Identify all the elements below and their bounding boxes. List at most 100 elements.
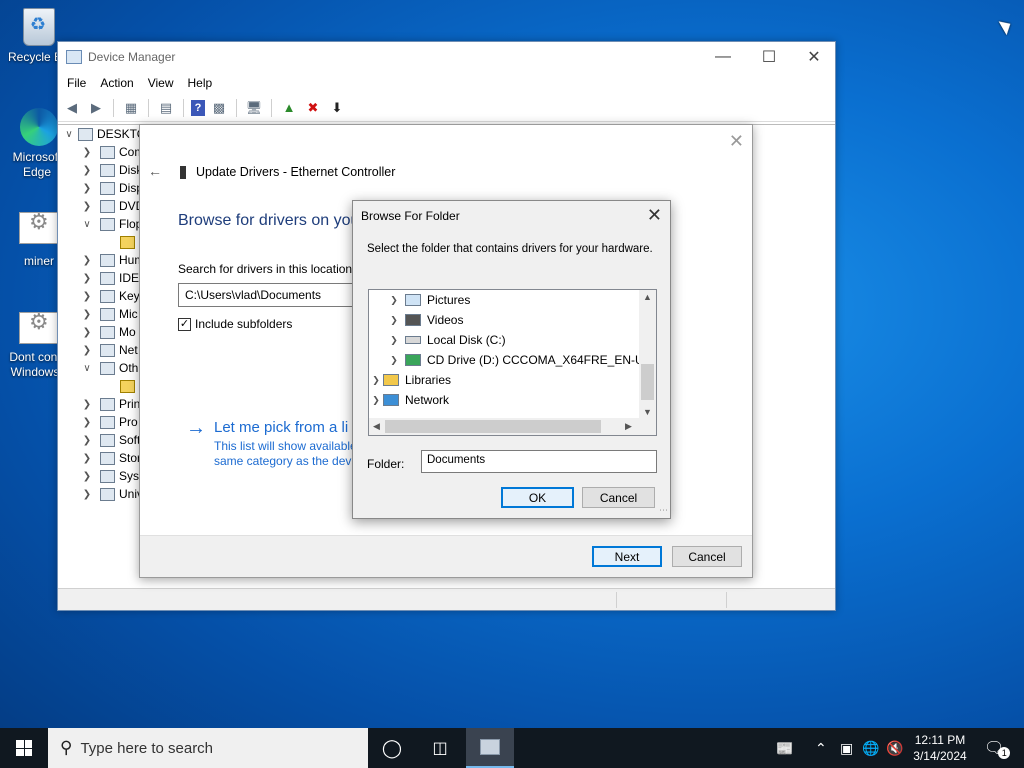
folder-item-local-disk[interactable]: ❯ Local Disk (C:) <box>387 331 505 349</box>
folder-name-input[interactable]: Documents <box>421 450 657 473</box>
chevron-right-icon[interactable]: ❯ <box>387 355 401 366</box>
horizontal-scrollbar[interactable]: ◀ ▶ <box>369 418 656 435</box>
folder-item-cd-drive[interactable]: ❯ CD Drive (D:) CCCOMA_X64FRE_EN-US_ <box>387 351 656 369</box>
close-icon[interactable]: ✕ <box>647 205 662 226</box>
chevron-right-icon[interactable]: ❯ <box>369 395 383 406</box>
chevron-right-icon[interactable]: ❯ <box>80 291 94 302</box>
meet-now-icon[interactable]: ▣ <box>840 728 853 768</box>
chevron-down-icon[interactable]: ∨ <box>80 219 94 230</box>
cancel-button[interactable]: Cancel <box>582 487 655 508</box>
chevron-right-icon[interactable]: ❯ <box>80 399 94 410</box>
help-icon[interactable]: ? <box>191 99 205 116</box>
scrollbar-thumb[interactable] <box>385 420 601 433</box>
chevron-right-icon[interactable]: ❯ <box>80 309 94 320</box>
show-hide-tree-icon[interactable]: ▦ <box>121 98 141 118</box>
chevron-right-icon[interactable]: ❯ <box>387 295 401 306</box>
tree-category[interactable]: ❯ DVD <box>80 197 145 215</box>
chevron-right-icon[interactable]: ❯ <box>369 375 383 386</box>
folder-item-videos[interactable]: ❯ Videos <box>387 311 463 329</box>
minimize-button[interactable]: — <box>700 42 746 72</box>
tree-child-warning-device[interactable] <box>114 233 139 251</box>
tree-category[interactable]: ❯ Mic <box>80 305 138 323</box>
cortana-icon[interactable]: ◯ <box>368 728 416 768</box>
update-driver-icon[interactable]: ▲ <box>279 98 299 118</box>
chevron-right-icon[interactable]: ❯ <box>80 147 94 158</box>
chevron-right-icon[interactable]: ❯ <box>80 255 94 266</box>
tree-category[interactable]: ❯ Mo <box>80 323 136 341</box>
tree-category[interactable]: ❯ Stor <box>80 449 141 467</box>
menu-view[interactable]: View <box>141 76 181 90</box>
ok-button[interactable]: OK <box>501 487 574 508</box>
chevron-right-icon[interactable]: ❯ <box>80 165 94 176</box>
tree-category[interactable]: ∨ Flop <box>80 215 142 233</box>
pick-from-list-link[interactable]: → Let me pick from a li This list will s… <box>186 418 360 469</box>
maximize-button[interactable]: ☐ <box>746 42 792 72</box>
tree-category[interactable]: ❯ Prin <box>80 395 141 413</box>
pick-link-title[interactable]: Let me pick from a li <box>214 419 360 436</box>
tree-category[interactable]: ❯ Com <box>80 143 145 161</box>
tree-category[interactable]: ❯ Disk <box>80 161 143 179</box>
tree-category[interactable]: ❯ Syst <box>80 467 143 485</box>
tree-category[interactable]: ❯ Net <box>80 341 138 359</box>
chevron-down-icon[interactable]: ∨ <box>80 363 94 374</box>
scroll-left-icon[interactable]: ◀ <box>373 421 380 432</box>
tree-category[interactable]: ∨ Oth <box>80 359 138 377</box>
properties-icon[interactable]: ▤ <box>156 98 176 118</box>
uninstall-device-icon[interactable]: ✖ <box>303 98 323 118</box>
tree-category[interactable]: ❯ Key <box>80 287 140 305</box>
back-arrow-icon[interactable]: ◀ <box>62 98 82 118</box>
tree-category[interactable]: ❯ Disp <box>80 179 143 197</box>
chevron-right-icon[interactable]: ❯ <box>387 335 401 346</box>
taskbar-app-device-manager[interactable] <box>466 728 514 768</box>
scrollbar-thumb[interactable] <box>641 364 654 400</box>
action-pane-icon[interactable]: ▩ <box>209 98 229 118</box>
tree-category[interactable]: ❯ Hum <box>80 251 145 269</box>
back-arrow-icon[interactable]: ← <box>148 163 162 179</box>
menu-file[interactable]: File <box>60 76 93 90</box>
chevron-right-icon[interactable]: ❯ <box>80 273 94 284</box>
resize-grip-icon[interactable]: ⋯ <box>659 505 668 516</box>
menu-action[interactable]: Action <box>93 76 140 90</box>
scroll-up-icon[interactable]: ▲ <box>643 292 652 302</box>
notifications-icon[interactable]: 🗨 1 <box>984 728 1011 768</box>
scroll-right-icon[interactable]: ▶ <box>625 421 632 432</box>
tree-category[interactable]: ❯ Soft <box>80 431 141 449</box>
tree-child-warning-device[interactable] <box>114 377 139 395</box>
folder-item-network[interactable]: ❯ Network <box>369 391 449 409</box>
tree-category[interactable]: ❯ Univ <box>80 485 143 503</box>
taskbar-search-box[interactable]: ⚲ Type here to search <box>48 728 368 768</box>
news-icon[interactable]: 📰 <box>776 728 800 768</box>
forward-arrow-icon[interactable]: ▶ <box>86 98 106 118</box>
close-button[interactable]: ✕ <box>791 42 837 72</box>
chevron-right-icon[interactable]: ❯ <box>387 315 401 326</box>
start-button[interactable] <box>0 728 48 768</box>
include-subfolders-checkbox[interactable]: ✓ Include subfolders <box>178 317 292 331</box>
scroll-down-icon[interactable]: ▼ <box>643 407 652 417</box>
chevron-right-icon[interactable]: ❯ <box>80 471 94 482</box>
folder-item-libraries[interactable]: ❯ Libraries <box>369 371 451 389</box>
cancel-button[interactable]: Cancel <box>672 546 742 567</box>
checkmark-icon[interactable]: ✓ <box>178 317 191 331</box>
tree-category[interactable]: ❯ IDE <box>80 269 139 287</box>
vertical-scrollbar[interactable]: ▲ ▼ <box>639 290 656 419</box>
folder-tree[interactable]: ❯ Pictures ❯ Videos ❯ Local Disk (C:) ❯ … <box>368 289 657 436</box>
folder-item-pictures[interactable]: ❯ Pictures <box>387 291 470 309</box>
scan-hardware-icon[interactable]: 🖥 <box>244 98 264 118</box>
menu-help[interactable]: Help <box>181 76 220 90</box>
chevron-right-icon[interactable]: ❯ <box>80 435 94 446</box>
chevron-right-icon[interactable]: ❯ <box>80 201 94 212</box>
close-icon[interactable]: ✕ <box>729 131 744 152</box>
chevron-right-icon[interactable]: ❯ <box>80 345 94 356</box>
task-view-icon[interactable]: ◫ <box>416 728 464 768</box>
chevron-right-icon[interactable]: ❯ <box>80 453 94 464</box>
system-clock[interactable]: 12:11 PM 3/14/2024 <box>898 732 982 764</box>
driver-path-input[interactable]: C:\Users\vlad\Documents <box>178 283 358 307</box>
chevron-right-icon[interactable]: ❯ <box>80 183 94 194</box>
network-globe-icon[interactable]: 🌐 <box>862 728 879 768</box>
download-icon[interactable]: ⬇ <box>327 98 347 118</box>
chevron-up-icon[interactable]: ⌃ <box>815 728 827 768</box>
chevron-right-icon[interactable]: ❯ <box>80 489 94 500</box>
next-button[interactable]: Next <box>592 546 662 567</box>
tree-category[interactable]: ❯ Pro <box>80 413 138 431</box>
chevron-right-icon[interactable]: ❯ <box>80 327 94 338</box>
